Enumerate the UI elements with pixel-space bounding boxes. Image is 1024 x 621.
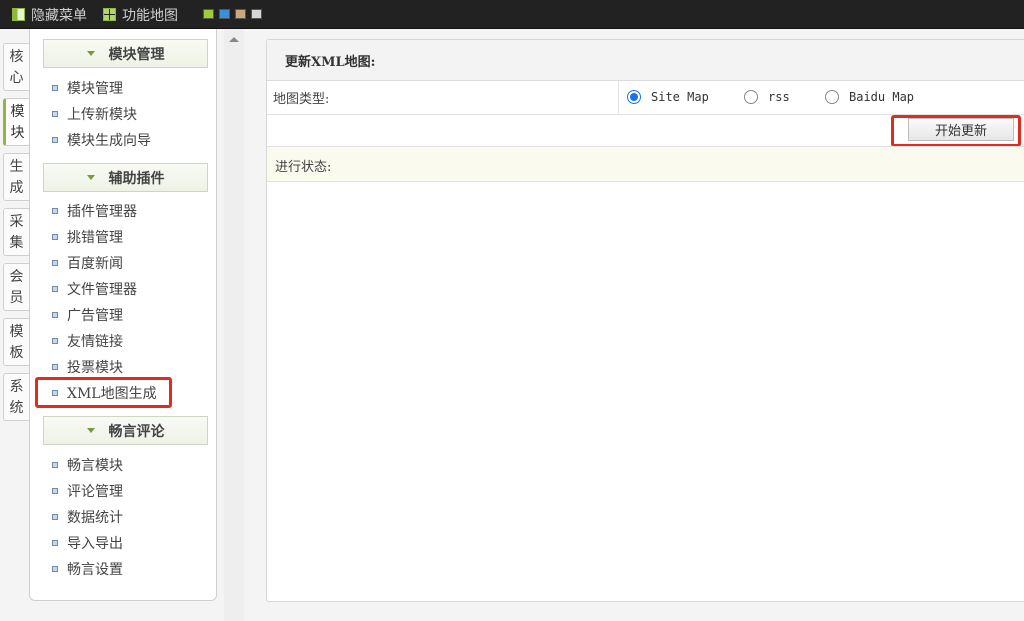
theme-swatch-gray[interactable] (251, 9, 262, 19)
sidebar-item-label: 模块管理 (67, 81, 123, 97)
top-bar: 隐藏菜单 功能地图 (0, 0, 1024, 29)
bullet-icon (52, 85, 58, 91)
tab-member[interactable]: 会员 (3, 263, 29, 311)
status-label: 进行状态: (275, 159, 332, 175)
sidebar-item-vote-module[interactable]: 投票模块 (52, 357, 123, 377)
section-title: 辅助插件 (108, 170, 165, 187)
bullet-icon (52, 364, 58, 370)
sidebar-item-import-export[interactable]: 导入导出 (52, 533, 123, 553)
bullet-icon (52, 286, 58, 292)
sidebar-item-plugin-manager[interactable]: 插件管理器 (52, 201, 137, 221)
sidebar: 模块管理 模块管理 上传新模块 模块生成向导 辅助插件 插件管理器 挑错管理 百… (29, 29, 217, 601)
sidebar-item-module-wizard[interactable]: 模块生成向导 (52, 130, 151, 150)
tab-template[interactable]: 模板 (3, 318, 29, 366)
chevron-down-icon (86, 51, 95, 56)
radio-baidu-map-label: Baidu Map (849, 90, 915, 104)
sidebar-item-ad-management[interactable]: 广告管理 (52, 305, 123, 325)
radio-baidu-map-control[interactable] (825, 90, 839, 104)
status-row: 进行状态: (267, 146, 1024, 182)
bullet-icon (52, 338, 58, 344)
bullet-icon (52, 111, 58, 117)
map-type-row: 地图类型: Site Map rss Baidu Map (267, 81, 1024, 115)
sidebar-scrollbar[interactable] (224, 29, 244, 621)
radio-baidu-map[interactable]: Baidu Map (825, 81, 914, 113)
sidebar-item-friend-links[interactable]: 友情链接 (52, 331, 123, 351)
section-header-changyan[interactable]: 畅言评论 (43, 416, 208, 445)
sidebar-item-label: 模块生成向导 (67, 133, 151, 149)
sidebar-item-comment-management[interactable]: 评论管理 (52, 481, 123, 501)
bullet-icon (52, 462, 58, 468)
sidebar-item-label: 数据统计 (67, 510, 123, 526)
bullet-icon (52, 488, 58, 494)
function-map-button[interactable]: 功能地图 (103, 0, 178, 29)
sidebar-item-label: 畅言设置 (67, 562, 123, 578)
sidebar-item-module-management[interactable]: 模块管理 (52, 78, 123, 98)
section-header-module-management[interactable]: 模块管理 (43, 39, 208, 68)
sidebar-item-baidu-news[interactable]: 百度新闻 (52, 253, 123, 273)
radio-rss[interactable]: rss (744, 81, 790, 113)
section-header-plugins[interactable]: 辅助插件 (43, 163, 208, 192)
highlight-box-xml-map (35, 377, 172, 408)
hide-menu-label: 隐藏菜单 (31, 7, 87, 24)
hide-menu-button[interactable]: 隐藏菜单 (12, 0, 87, 29)
menu-icon (12, 8, 25, 21)
bullet-icon (52, 234, 58, 240)
sidebar-item-label: 插件管理器 (67, 204, 137, 220)
page-title: 更新XML地图: (267, 40, 1024, 81)
sidebar-item-changyan-settings[interactable]: 畅言设置 (52, 559, 123, 579)
scroll-up-icon[interactable] (229, 37, 239, 42)
section-title: 畅言评论 (108, 423, 165, 440)
tab-collect[interactable]: 采集 (3, 208, 29, 256)
theme-swatch-blue[interactable] (219, 9, 230, 19)
bullet-icon (52, 137, 58, 143)
bullet-icon (52, 540, 58, 546)
main-panel: 更新XML地图: 地图类型: Site Map rss Baidu Map 开始… (266, 39, 1024, 602)
tab-core[interactable]: 核心 (3, 43, 29, 91)
sidebar-item-label: 上传新模块 (67, 107, 137, 123)
cell-divider (618, 81, 619, 114)
grid-icon (103, 8, 116, 21)
sidebar-item-label: 文件管理器 (67, 282, 137, 298)
sidebar-item-changyan-module[interactable]: 畅言模块 (52, 455, 123, 475)
vertical-tabs: 核心模块生成采集会员模板系统 (0, 29, 30, 621)
tab-system[interactable]: 系统 (3, 373, 29, 421)
sidebar-item-error-report[interactable]: 挑错管理 (52, 227, 123, 247)
bullet-icon (52, 312, 58, 318)
sidebar-item-label: 挑错管理 (67, 230, 123, 246)
bullet-icon (52, 514, 58, 520)
tab-generate[interactable]: 生成 (3, 153, 29, 201)
theme-swatch-brown[interactable] (235, 9, 246, 19)
radio-site-map-control[interactable] (627, 90, 641, 104)
chevron-down-icon (86, 175, 95, 180)
bullet-icon (52, 208, 58, 214)
section-title: 模块管理 (108, 46, 165, 63)
chevron-down-icon (86, 428, 95, 433)
sidebar-item-label: 畅言模块 (67, 458, 123, 474)
radio-rss-control[interactable] (744, 90, 758, 104)
highlight-box-start-button (891, 115, 1021, 147)
radio-site-map-label: Site Map (651, 90, 709, 104)
map-type-label: 地图类型: (273, 91, 330, 107)
radio-site-map[interactable]: Site Map (627, 81, 709, 113)
bullet-icon (52, 566, 58, 572)
function-map-label: 功能地图 (122, 7, 178, 24)
bullet-icon (52, 260, 58, 266)
sidebar-item-label: 百度新闻 (67, 256, 123, 272)
tab-module[interactable]: 模块 (3, 98, 29, 146)
sidebar-item-upload-module[interactable]: 上传新模块 (52, 104, 137, 124)
sidebar-item-label: 评论管理 (67, 484, 123, 500)
sidebar-item-label: 导入导出 (67, 536, 123, 552)
sidebar-item-file-manager[interactable]: 文件管理器 (52, 279, 137, 299)
sidebar-item-label: 广告管理 (67, 308, 123, 324)
sidebar-item-label: 投票模块 (67, 360, 123, 376)
sidebar-item-statistics[interactable]: 数据统计 (52, 507, 123, 527)
radio-rss-label: rss (768, 90, 790, 104)
theme-swatch-green[interactable] (203, 9, 214, 19)
sidebar-item-label: 友情链接 (67, 334, 123, 350)
